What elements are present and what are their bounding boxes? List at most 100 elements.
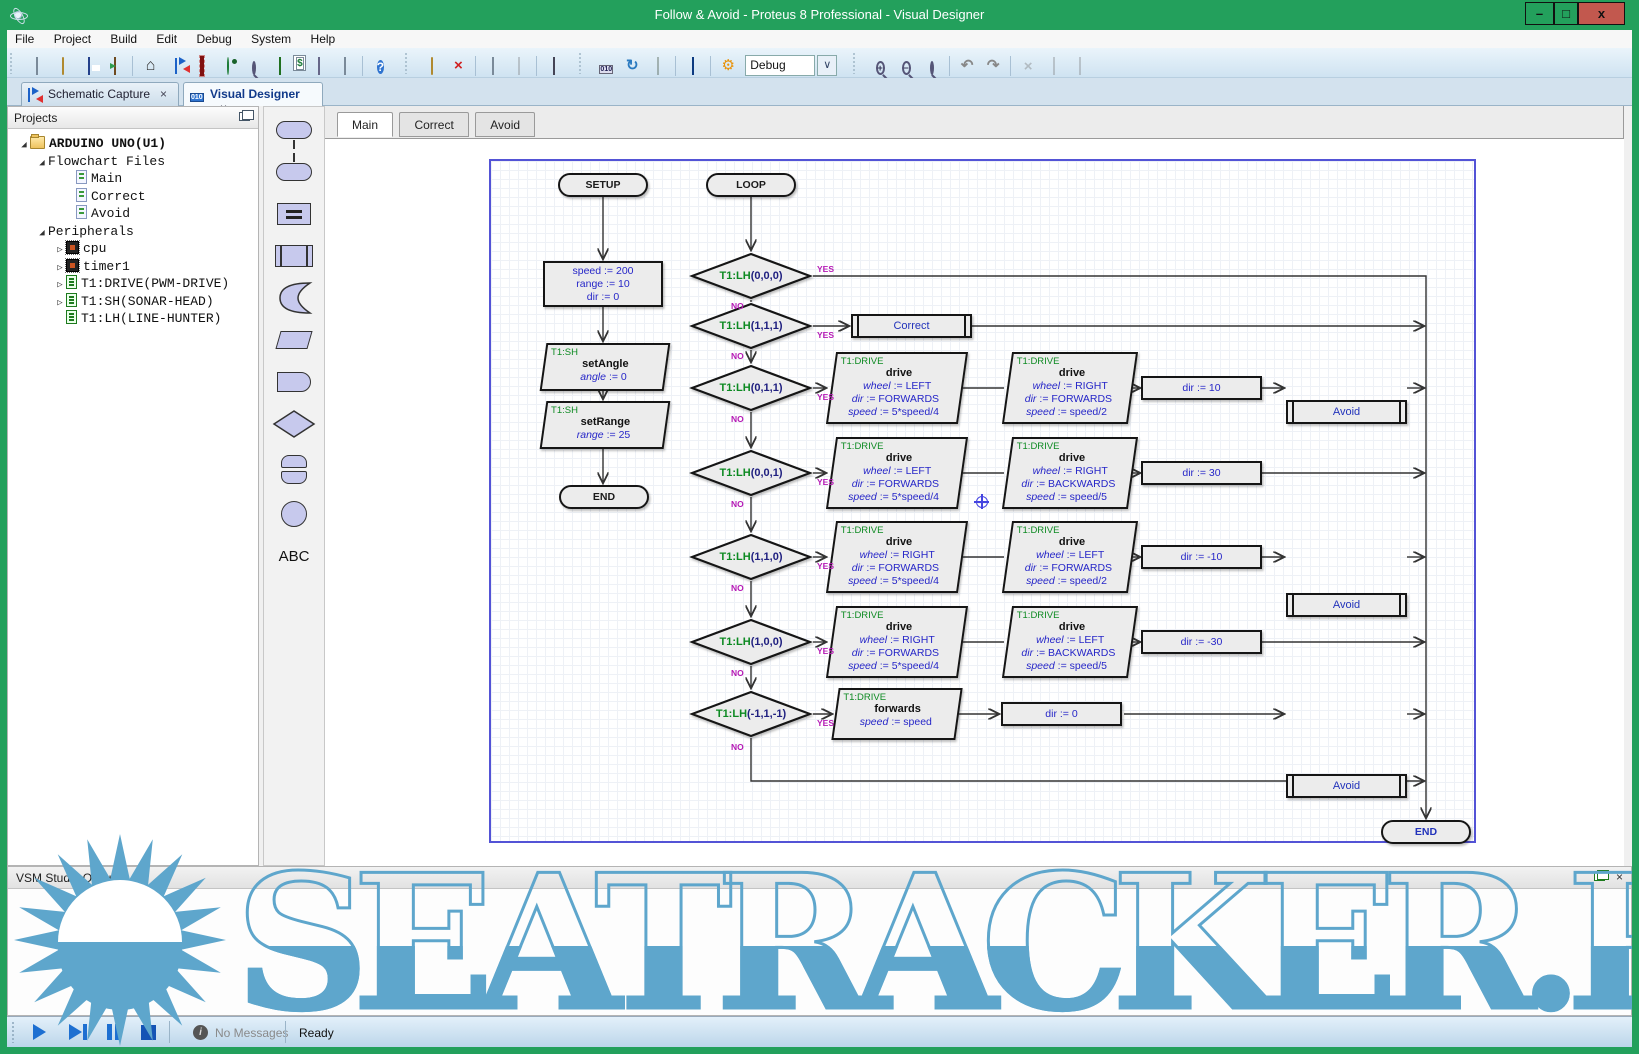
paste-icon[interactable] bbox=[1070, 56, 1090, 76]
convert-flowchart-icon[interactable] bbox=[544, 56, 564, 76]
text-tool[interactable]: ABC bbox=[267, 537, 321, 575]
tree-item-flowchart-files[interactable]: Flowchart Files bbox=[8, 153, 258, 171]
tree-item-avoid[interactable]: Avoid bbox=[8, 205, 258, 223]
setangle-io-node[interactable]: T1:SH setAngle angle:= 0 bbox=[540, 343, 671, 391]
end-shape-tool[interactable] bbox=[267, 153, 321, 191]
zoom-area-icon[interactable] bbox=[922, 56, 942, 76]
menu-file[interactable]: File bbox=[7, 30, 42, 48]
menu-system[interactable]: System bbox=[243, 30, 299, 48]
drive-node[interactable]: T1:DRIVEdrive wheel:= LEFT dir:= FORWARD… bbox=[1002, 521, 1138, 593]
new-project-icon[interactable] bbox=[27, 56, 47, 76]
settings-gear-icon[interactable]: ⚙ bbox=[718, 56, 738, 76]
rebuild-project-icon[interactable] bbox=[648, 56, 668, 76]
flowchart-page[interactable]: SETUP speed := 200 range := 10 dir := 0 … bbox=[489, 159, 1476, 843]
storage-shape-tool[interactable] bbox=[267, 279, 321, 317]
tree-item-t1-lh[interactable]: T1:LH(LINE-HUNTER) bbox=[8, 310, 258, 328]
open-project-icon[interactable] bbox=[53, 56, 73, 76]
interconnector-shape-tool[interactable] bbox=[267, 447, 321, 491]
menu-edit[interactable]: Edit bbox=[148, 30, 185, 48]
build-project-icon[interactable]: ↻ bbox=[622, 56, 642, 76]
play-button[interactable] bbox=[33, 1024, 46, 1040]
decision-node-100[interactable]: T1:LH(1,0,0) bbox=[689, 618, 813, 666]
schematic-capture-icon[interactable] bbox=[166, 56, 186, 76]
avoid-subroutine-node[interactable]: Avoid bbox=[1286, 593, 1407, 617]
drive-node[interactable]: T1:DRIVEdrive wheel:= RIGHT dir:= FORWAR… bbox=[826, 606, 968, 678]
maximize-button[interactable]: □ bbox=[1554, 2, 1578, 25]
menu-project[interactable]: Project bbox=[46, 30, 99, 48]
cut-icon[interactable]: × bbox=[1018, 56, 1038, 76]
redo-icon[interactable]: ↷ bbox=[983, 56, 1003, 76]
debug-mode-dropdown-icon[interactable]: ∨ bbox=[817, 55, 837, 76]
loop-end-node[interactable]: END bbox=[1381, 820, 1471, 844]
save-project-icon[interactable] bbox=[79, 56, 99, 76]
delay-shape-tool[interactable] bbox=[267, 363, 321, 401]
tree-item-cpu[interactable]: cpu bbox=[8, 240, 258, 258]
tab-visual-designer[interactable]: 010 Visual Designer× bbox=[183, 82, 323, 106]
close-button[interactable]: x bbox=[1578, 2, 1625, 25]
add-sheet-icon[interactable] bbox=[483, 56, 503, 76]
dir-assign-node[interactable]: dir := 0 bbox=[1001, 702, 1122, 726]
setrange-io-node[interactable]: T1:SH setRange range:= 25 bbox=[540, 401, 671, 449]
menu-build[interactable]: Build bbox=[102, 30, 145, 48]
float-panel-icon[interactable] bbox=[1594, 872, 1605, 881]
tree-item-t1-sh[interactable]: T1:SH(SONAR-HEAD) bbox=[8, 293, 258, 311]
avoid-subroutine-node[interactable]: Avoid bbox=[1286, 774, 1407, 798]
copy-icon[interactable] bbox=[1044, 56, 1064, 76]
pcb-layout-icon[interactable] bbox=[192, 56, 212, 76]
zoom-out-icon[interactable]: − bbox=[896, 56, 916, 76]
decision-node-000[interactable]: T1:LH(0,0,0) bbox=[689, 252, 813, 300]
copy-sheet-icon[interactable] bbox=[509, 56, 529, 76]
tree-item-main[interactable]: Main bbox=[8, 170, 258, 188]
decision-node-110[interactable]: T1:LH(1,1,0) bbox=[689, 533, 813, 581]
begin-shape-tool[interactable] bbox=[267, 111, 321, 149]
drive-node[interactable]: T1:DRIVEdrive wheel:= LEFT dir:= FORWARD… bbox=[826, 352, 968, 424]
drive-node[interactable]: T1:DRIVEdrive wheel:= RIGHT dir:= BACKWA… bbox=[1002, 437, 1138, 509]
assembly-listing-icon[interactable]: 010 bbox=[596, 56, 616, 76]
forwards-node[interactable]: T1:DRIVEforwards speed:= speed bbox=[831, 688, 962, 740]
drive-node[interactable]: T1:DRIVEdrive wheel:= LEFT dir:= FORWARD… bbox=[826, 437, 968, 509]
delete-flowchart-icon[interactable]: × bbox=[448, 56, 468, 76]
decision-node-011[interactable]: T1:LH(0,1,1) bbox=[689, 364, 813, 412]
drive-node[interactable]: T1:DRIVEdrive wheel:= RIGHT dir:= FORWAR… bbox=[826, 521, 968, 593]
simulation-icon[interactable] bbox=[309, 56, 329, 76]
sheet-tab-correct[interactable]: Correct bbox=[399, 112, 468, 137]
tree-item-correct[interactable]: Correct bbox=[8, 188, 258, 206]
init-assignment-node[interactable]: speed := 200 range := 10 dir := 0 bbox=[543, 261, 663, 307]
decision-node-111[interactable]: T1:LH(1,1,1) bbox=[689, 302, 813, 350]
3d-viewer-icon[interactable] bbox=[218, 56, 238, 76]
menu-debug[interactable]: Debug bbox=[188, 30, 239, 48]
dir-assign-node[interactable]: dir := -30 bbox=[1141, 630, 1262, 654]
tree-item-timer1[interactable]: timer1 bbox=[8, 258, 258, 276]
io-shape-tool[interactable] bbox=[267, 321, 321, 359]
correct-subroutine-node[interactable]: Correct bbox=[851, 314, 972, 338]
close-project-icon[interactable] bbox=[105, 56, 125, 76]
dir-assign-node[interactable]: dir := 10 bbox=[1141, 376, 1262, 400]
decision-node-001[interactable]: T1:LH(0,0,1) bbox=[689, 449, 813, 497]
loop-start-node[interactable]: LOOP bbox=[706, 173, 796, 197]
bom-icon[interactable]: $ bbox=[293, 55, 306, 71]
setup-start-node[interactable]: SETUP bbox=[558, 173, 648, 197]
sheet-tab-main[interactable]: Main bbox=[337, 112, 393, 137]
flowchart-canvas[interactable]: SETUP speed := 200 range := 10 dir := 0 … bbox=[325, 138, 1624, 866]
notes-icon[interactable] bbox=[335, 56, 355, 76]
setup-end-node[interactable]: END bbox=[559, 485, 649, 509]
drive-node[interactable]: T1:DRIVEdrive wheel:= RIGHT dir:= FORWAR… bbox=[1002, 352, 1138, 424]
dir-assign-node[interactable]: dir := -10 bbox=[1141, 545, 1262, 569]
home-icon[interactable]: ⌂ bbox=[140, 56, 160, 76]
gerber-viewer-icon[interactable] bbox=[244, 56, 264, 76]
step-button[interactable] bbox=[69, 1024, 82, 1040]
tab-schematic-capture[interactable]: Schematic Capture× bbox=[21, 82, 179, 106]
decision-shape-tool[interactable] bbox=[267, 405, 321, 443]
menu-help[interactable]: Help bbox=[303, 30, 344, 48]
debug-chip-icon[interactable] bbox=[683, 56, 703, 76]
decision-node-m11m1[interactable]: T1:LH(-1,1,-1) bbox=[689, 690, 813, 738]
avoid-subroutine-node[interactable]: Avoid bbox=[1286, 400, 1407, 424]
tree-item-peripherals[interactable]: Peripherals bbox=[8, 223, 258, 241]
pause-button[interactable] bbox=[107, 1024, 120, 1040]
tree-item-t1-drive[interactable]: T1:DRIVE(PWM-DRIVE) bbox=[8, 275, 258, 293]
tree-item-arduino-uno[interactable]: ARDUINO UNO(U1) bbox=[8, 135, 258, 153]
connector-shape-tool[interactable] bbox=[267, 495, 321, 533]
tab-close-icon[interactable]: × bbox=[160, 87, 167, 101]
help-icon[interactable]: ? bbox=[370, 56, 390, 76]
minimize-button[interactable]: – bbox=[1525, 2, 1554, 25]
